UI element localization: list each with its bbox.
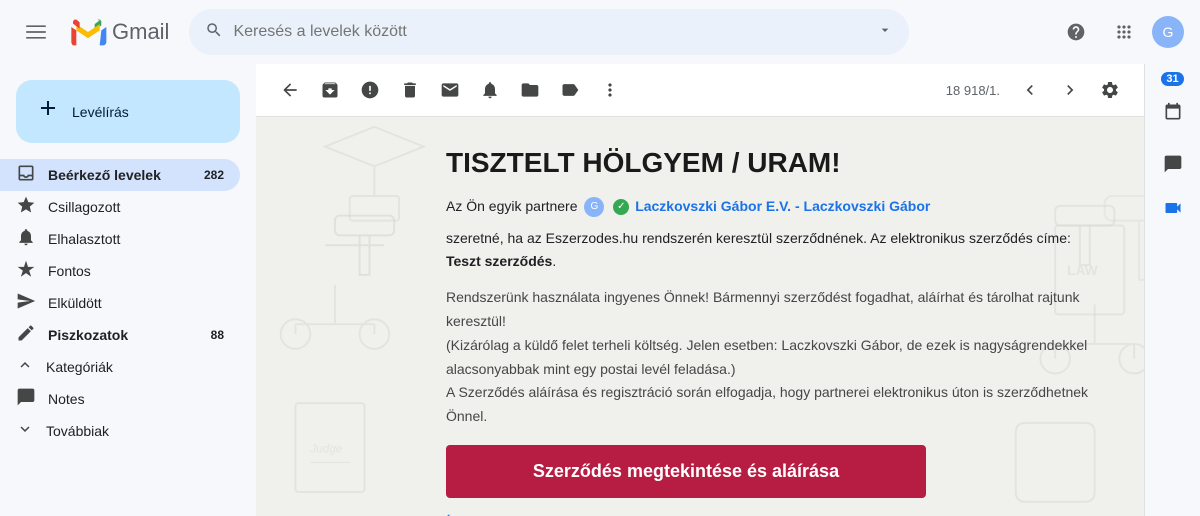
snoozed-icon (16, 227, 36, 252)
move-button[interactable] (512, 72, 548, 108)
more-header[interactable]: Továbbiak (0, 415, 240, 447)
notes-icon (16, 387, 36, 412)
more-expand-icon (16, 420, 34, 443)
email-button[interactable] (432, 72, 468, 108)
email-toolbar: 18 918/1. (256, 64, 1144, 117)
verified-badge: ✓ (613, 199, 629, 215)
notes-label: Notes (48, 391, 224, 407)
archive-button[interactable] (312, 72, 348, 108)
drafts-badge: 88 (204, 328, 224, 342)
more-label: Továbbiak (46, 423, 109, 439)
main-layout: Levélírás Beérkező levelek 282 Csillagoz… (0, 64, 1200, 516)
email-background: Judge (256, 117, 1144, 516)
sent-label: Elküldött (48, 295, 224, 311)
calendar-badge: 31 (1161, 72, 1183, 86)
delete-button[interactable] (392, 72, 428, 108)
inbox-label: Beérkező levelek (48, 167, 192, 183)
sidebar-item-starred[interactable]: Csillagozott (0, 191, 240, 223)
snoozed-label: Elhalasztott (48, 231, 224, 247)
sidebar-item-sent[interactable]: Elküldött (0, 287, 240, 319)
categories-expand-icon (16, 356, 34, 379)
email-description: Rendszerünk használata ingyenes Önnek! B… (446, 286, 1104, 429)
email-area: 18 918/1. (256, 64, 1144, 516)
sent-icon (16, 291, 36, 316)
email-intro: Az Ön egyik partnere G ✓ Laczkovszki Gáb… (446, 195, 1104, 217)
top-right-icons: G (1056, 12, 1184, 52)
sidebar-item-inbox[interactable]: Beérkező levelek 282 (0, 159, 240, 191)
important-icon (16, 259, 36, 284)
search-input[interactable] (233, 23, 867, 41)
search-dropdown-icon[interactable] (877, 22, 893, 43)
search-icon (205, 21, 223, 44)
gmail-wordmark: Gmail (112, 19, 169, 45)
apps-button[interactable] (1104, 12, 1144, 52)
back-button[interactable] (272, 72, 308, 108)
inbox-badge: 282 (204, 168, 224, 182)
snooze-button[interactable] (472, 72, 508, 108)
partner-avatar: G (584, 197, 604, 217)
gmail-logo: Gmail (68, 12, 169, 52)
search-bar[interactable] (189, 9, 909, 55)
important-label: Fontos (48, 263, 224, 279)
drafts-label: Piszkozatok (48, 327, 192, 343)
cta-button[interactable]: Szerződés megtekintése és aláírása (446, 445, 926, 498)
hamburger-menu-button[interactable] (16, 12, 56, 52)
drafts-icon (16, 323, 36, 348)
inbox-icon (16, 163, 36, 188)
sidebar-item-important[interactable]: Fontos (0, 255, 240, 287)
top-bar: Gmail G (0, 0, 1200, 64)
page-info: 18 918/1. (938, 83, 1008, 98)
calendar-button[interactable] (1153, 92, 1193, 132)
email-body: Judge (256, 117, 1144, 516)
email-intro2: szeretné, ha az Eszerzodes.hu rendszerén… (446, 227, 1104, 272)
toolbar-right: 18 918/1. (938, 72, 1128, 108)
meet-button[interactable] (1153, 188, 1193, 228)
sidebar-item-notes[interactable]: Notes (0, 383, 240, 415)
chat-button[interactable] (1153, 144, 1193, 184)
help-button[interactable] (1056, 12, 1096, 52)
sidebar-item-drafts[interactable]: Piszkozatok 88 (0, 319, 240, 351)
partner-name: Laczkovszki Gábor E.V. - Laczkovszki Gáb… (635, 198, 930, 214)
settings-button[interactable] (1092, 72, 1128, 108)
starred-label: Csillagozott (48, 199, 224, 215)
categories-header[interactable]: Kategóriák (0, 351, 240, 383)
categories-label: Kategóriák (46, 359, 113, 375)
right-panel: 31 (1144, 64, 1200, 516)
compose-label: Levélírás (72, 104, 129, 120)
sidebar-item-snoozed[interactable]: Elhalasztott (0, 223, 240, 255)
compose-button[interactable]: Levélírás (16, 80, 240, 143)
report-button[interactable] (352, 72, 388, 108)
next-email-button[interactable] (1052, 72, 1088, 108)
starred-icon (16, 195, 36, 220)
more-actions-button[interactable] (592, 72, 628, 108)
label-button[interactable] (552, 72, 588, 108)
compose-plus-icon (36, 96, 60, 127)
email-title: TISZTELT HÖLGYEM / URAM! (446, 147, 1104, 179)
prev-email-button[interactable] (1012, 72, 1048, 108)
avatar[interactable]: G (1152, 16, 1184, 48)
sidebar: Levélírás Beérkező levelek 282 Csillagoz… (0, 64, 256, 516)
